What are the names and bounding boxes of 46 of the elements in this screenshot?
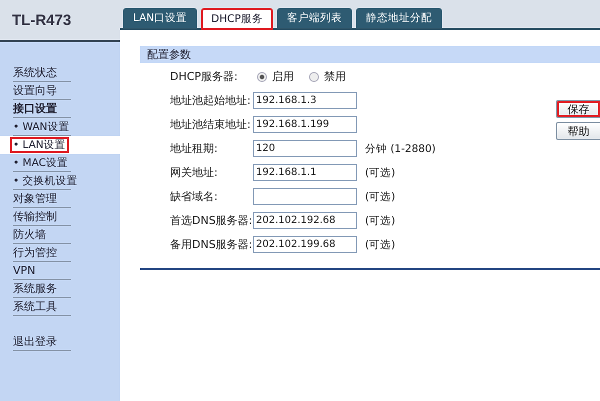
field-label: 地址池起始地址:	[170, 93, 252, 108]
field-label: 地址池结束地址:	[170, 117, 252, 132]
tab[interactable]: LAN口设置	[123, 8, 198, 28]
input-field[interactable]: 202.102.199.68	[253, 236, 357, 253]
input-field[interactable]: 120	[253, 140, 357, 157]
field-label: 网关地址:	[170, 165, 219, 180]
input-field[interactable]: 192.168.1.1	[253, 164, 357, 181]
sidebar-item[interactable]: • MAC设置	[10, 154, 71, 170]
field-hint: (可选)	[365, 238, 396, 252]
sidebar-item[interactable]: 系统服务	[10, 280, 60, 296]
tab[interactable]: 静态地址分配	[356, 8, 442, 28]
input-field[interactable]: 192.168.1.3	[253, 92, 357, 109]
sidebar-item[interactable]: • 交换机设置	[10, 172, 81, 188]
sidebar-heading: 接口设置	[12, 100, 58, 116]
sidebar-item[interactable]: 对象管理	[10, 190, 60, 206]
help-button[interactable]: 帮助	[556, 122, 600, 140]
tab[interactable]: 客户端列表	[276, 8, 352, 28]
sidebar-item[interactable]: 设置向导	[10, 82, 60, 98]
logo: TL-R473	[12, 12, 72, 28]
sidebar-item[interactable]: 传输控制	[10, 208, 60, 224]
sidebar-item[interactable]: 防火墙	[10, 226, 49, 242]
field-hint: 分钟 (1-2880)	[365, 142, 436, 156]
sidebar-item[interactable]: • WAN设置	[10, 118, 72, 134]
sidebar-item[interactable]: VPN	[10, 262, 38, 278]
sidebar-item[interactable]: 系统工具	[10, 298, 60, 314]
field-hint: (可选)	[365, 190, 396, 204]
radio-label: 禁用	[324, 69, 346, 84]
radio-button[interactable]	[257, 72, 267, 82]
field-label: 备用DNS服务器:	[170, 237, 253, 252]
field-label: 缺省域名:	[170, 189, 219, 204]
field-label: 首选DNS服务器:	[170, 213, 253, 228]
tab[interactable]: DHCP服务	[201, 8, 273, 30]
input-field[interactable]	[253, 188, 357, 205]
field-hint: (可选)	[365, 166, 396, 180]
panel-header: 配置参数	[140, 46, 600, 63]
radio-button[interactable]	[309, 72, 319, 82]
input-field[interactable]: 202.102.192.68	[253, 212, 357, 229]
field-label: 地址租期:	[170, 141, 219, 156]
save-button[interactable]: 保存	[556, 100, 600, 118]
field-hint: (可选)	[365, 214, 396, 228]
sidebar-item[interactable]: 退出登录	[10, 334, 60, 350]
input-field[interactable]: 192.168.1.199	[253, 116, 357, 133]
field-label: DHCP服务器:	[170, 69, 239, 84]
radio-label: 启用	[272, 69, 294, 84]
sidebar-item[interactable]: 系统状态	[10, 64, 60, 80]
sidebar-item[interactable]: 行为管控	[10, 244, 60, 260]
